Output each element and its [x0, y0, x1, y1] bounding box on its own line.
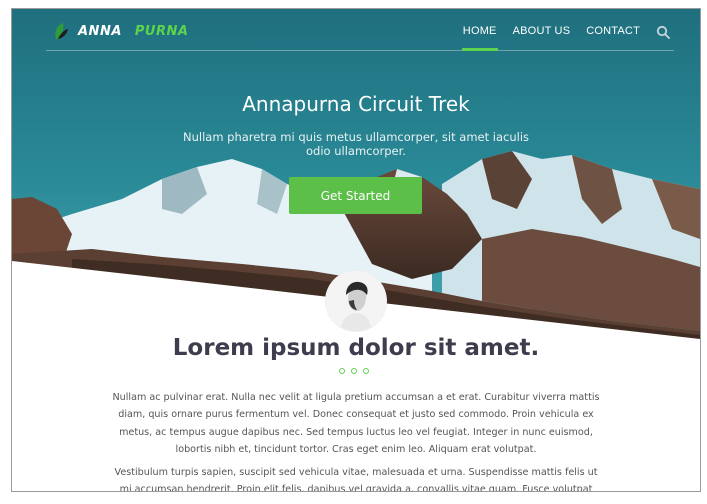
- section-title: Lorem ipsum dolor sit amet.: [172, 335, 540, 361]
- browser-viewport: ANNA PURNA HOME ABOUT US CONTACT Annapur…: [11, 8, 701, 492]
- about-paragraph-2: Vestibulum turpis sapien, suscipit sed v…: [114, 467, 598, 492]
- search-icon[interactable]: [656, 25, 670, 39]
- brand-name-part1: ANNA: [78, 23, 122, 39]
- nav-item-contact[interactable]: CONTACT: [586, 9, 640, 50]
- carousel-dot[interactable]: [363, 368, 369, 374]
- person-portrait-icon: [326, 271, 386, 331]
- main-menu: HOME ABOUT US CONTACT: [447, 9, 670, 51]
- about-paragraph-1: Nullam ac pulvinar erat. Nulla nec velit…: [112, 392, 600, 455]
- brand-name-part2: PURNA: [134, 23, 189, 39]
- hero-subtitle: Nullam pharetra mi quis metus ullamcorpe…: [182, 129, 530, 158]
- carousel-dot[interactable]: [339, 368, 345, 374]
- nav-item-about-us[interactable]: ABOUT US: [513, 9, 571, 50]
- hero-title: Annapurna Circuit Trek: [242, 92, 470, 117]
- top-navbar: ANNA PURNA HOME ABOUT US CONTACT: [46, 9, 674, 51]
- carousel-dot[interactable]: [351, 368, 357, 374]
- brand-logo[interactable]: ANNA PURNA: [52, 21, 188, 41]
- avatar: [326, 271, 386, 331]
- carousel-dots: [339, 368, 369, 374]
- leaf-logo-icon: [55, 23, 68, 39]
- get-started-button[interactable]: Get Started: [289, 177, 422, 214]
- nav-item-home[interactable]: HOME: [461, 9, 498, 51]
